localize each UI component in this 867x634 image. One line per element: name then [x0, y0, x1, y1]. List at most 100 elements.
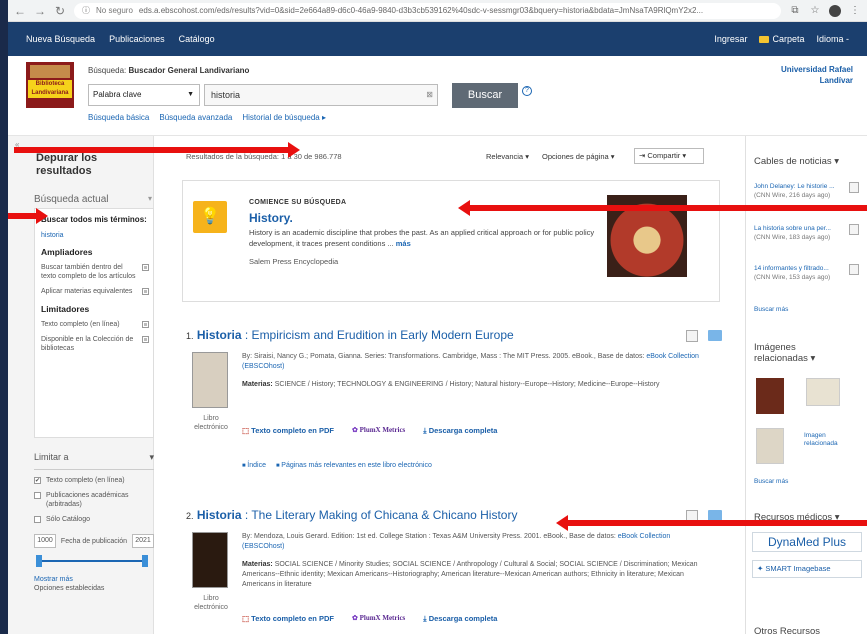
search-history-link[interactable]: Historial de búsqueda ▸ — [242, 113, 326, 122]
results-count: Resultados de la búsqueda: 1 a 30 de 986… — [186, 152, 342, 161]
preview-icon[interactable] — [686, 330, 698, 342]
checkbox[interactable] — [34, 492, 41, 499]
limit-peer-reviewed[interactable]: Publicaciones académicas (arbitradas) — [34, 491, 154, 509]
library-logo[interactable]: Biblioteca Landivariana — [26, 62, 74, 108]
nav-language[interactable]: Idioma - — [816, 34, 849, 44]
checkbox[interactable] — [34, 516, 41, 523]
card-title[interactable]: History. — [249, 211, 293, 225]
doc-type-label: Libro electrónico — [194, 595, 228, 611]
remove-icon[interactable] — [142, 264, 149, 271]
limit-catalog-only[interactable]: Sólo Catálogo — [34, 515, 154, 524]
institution-name: Universidad Rafael Landívar — [780, 65, 853, 85]
nav-new-search[interactable]: Nueva Búsqueda — [26, 34, 95, 44]
images-more-link[interactable]: Buscar más — [754, 478, 788, 485]
news-item[interactable]: La historia sobre una per... (CNN Wire, … — [754, 224, 838, 242]
show-more-link[interactable]: Mostrar más — [34, 576, 154, 583]
related-image[interactable] — [756, 378, 784, 414]
book-cover[interactable] — [192, 532, 228, 588]
news-more-link[interactable]: Buscar más — [754, 306, 788, 313]
book-cover[interactable] — [192, 352, 228, 408]
relevant-pages-link[interactable]: Páginas más relevantes en este libro ele… — [276, 462, 432, 469]
nav-signin[interactable]: Ingresar — [714, 34, 747, 44]
limit-to-header[interactable]: Limitar a ▾ — [34, 452, 154, 470]
field-select[interactable]: Palabra clave ▼ — [88, 84, 200, 106]
slider-handle-end[interactable] — [142, 555, 148, 567]
news-preview-icon[interactable] — [849, 224, 859, 235]
annotation-arrow — [458, 200, 867, 216]
news-item[interactable]: 14 informantes y filtrado... (CNN Wire, … — [754, 264, 838, 282]
result-links: Texto completo en PDF PlumX Metrics Desc… — [242, 426, 497, 436]
basic-search-link[interactable]: Búsqueda básica — [88, 113, 149, 122]
result-sublinks: Índice Páginas más relevantes en este li… — [242, 462, 432, 469]
news-item[interactable]: John Delaney: Le historie ... (CNN Wire,… — [754, 182, 838, 200]
nav-publications[interactable]: Publicaciones — [109, 34, 165, 44]
info-icon: ⓘ — [82, 6, 90, 15]
search-input[interactable]: historia ⊠ — [204, 84, 438, 106]
limiters-title: Limitadores — [41, 304, 90, 314]
address-bar[interactable]: ⓘ No seguro eds.a.ebscohost.com/eds/resu… — [74, 2, 781, 19]
other-resources-title[interactable]: Otros Recursos — [754, 626, 820, 634]
slider-handle-start[interactable] — [36, 555, 42, 567]
result-links: Texto completo en PDF PlumX Metrics Desc… — [242, 614, 497, 624]
search-button[interactable]: Buscar — [452, 83, 518, 108]
nav-folder[interactable]: Carpeta — [759, 34, 804, 44]
related-image[interactable] — [756, 428, 784, 464]
insecure-label: No seguro — [96, 6, 133, 15]
annotation-arrow — [556, 515, 867, 531]
date-from-input[interactable]: 1000 — [34, 534, 56, 548]
pdf-full-text-link[interactable]: Texto completo en PDF — [242, 614, 334, 624]
share-button[interactable]: ⇥ Compartir ▾ — [634, 148, 704, 164]
limit-fulltext[interactable]: ✔ Texto completo (en línea) — [34, 476, 154, 485]
lightbulb-icon: 💡 — [193, 201, 227, 233]
forward-icon[interactable]: → — [34, 4, 46, 18]
current-search-header[interactable]: Búsqueda actual ▾ — [34, 194, 152, 205]
search-term-link[interactable]: historia — [41, 232, 149, 239]
news-preview-icon[interactable] — [849, 264, 859, 275]
images-title[interactable]: Imágenes relacionadas ▾ — [754, 342, 834, 364]
download-link[interactable]: Descarga completa — [423, 426, 498, 436]
related-image[interactable] — [806, 378, 840, 406]
related-image-alt[interactable]: Imagen relacionada — [804, 432, 854, 448]
doc-type-label: Libro electrónico — [194, 415, 228, 431]
result-item: 1. Historia : Empiricism and Erudition i… — [186, 328, 726, 469]
options-set-label[interactable]: Opciones establecidas — [34, 585, 154, 592]
back-icon[interactable]: ← — [14, 4, 26, 18]
app-frame: ← → ↻ ⓘ No seguro eds.a.ebscohost.com/ed… — [8, 0, 867, 634]
remove-icon[interactable] — [142, 336, 149, 343]
more-link[interactable]: más — [396, 239, 411, 248]
advanced-search-link[interactable]: Búsqueda avanzada — [159, 113, 232, 122]
toc-link[interactable]: Índice — [242, 462, 266, 469]
folder-icon — [759, 36, 770, 44]
expanders-title: Ampliadores — [41, 247, 93, 257]
download-link[interactable]: Descarga completa — [423, 614, 498, 624]
date-slider[interactable] — [34, 554, 154, 568]
reload-icon[interactable]: ↻ — [54, 4, 66, 18]
plumx-link[interactable]: PlumX Metrics — [352, 426, 406, 436]
clear-icon[interactable]: ⊠ — [426, 85, 433, 105]
news-title[interactable]: Cables de noticias ▾ — [754, 156, 839, 167]
remove-icon[interactable] — [142, 288, 149, 295]
menu-icon[interactable]: ⋮ — [849, 5, 861, 17]
news-preview-icon[interactable] — [849, 182, 859, 193]
plumx-link[interactable]: PlumX Metrics — [352, 614, 406, 624]
star-icon[interactable]: ☆ — [809, 5, 821, 17]
dynamed-logo[interactable]: DynaMed Plus — [752, 532, 862, 552]
annotation-arrow — [8, 208, 48, 224]
result-meta: By: Mendoza, Louis Gerard. Edition: 1st … — [242, 533, 698, 588]
date-to-input[interactable]: 2021 — [132, 534, 154, 548]
result-title[interactable]: 1. Historia : Empiricism and Erudition i… — [186, 328, 726, 342]
remove-icon[interactable] — [142, 321, 149, 328]
add-folder-icon[interactable] — [708, 330, 722, 341]
search-label: Búsqueda: Buscador General Landivariano — [88, 66, 250, 75]
current-search-box: Buscar todos mis términos: historia Ampl… — [34, 208, 154, 438]
page-options-dropdown[interactable]: Opciones de página ▾ — [542, 152, 615, 161]
nav-catalog[interactable]: Catálogo — [179, 34, 215, 44]
pdf-full-text-link[interactable]: Texto completo en PDF — [242, 426, 334, 436]
checkbox-checked[interactable]: ✔ — [34, 477, 41, 484]
profile-avatar[interactable] — [829, 4, 841, 17]
smart-imagebase-logo[interactable]: ✦ SMART Imagebase — [752, 560, 862, 578]
help-icon[interactable]: ? — [522, 86, 532, 96]
card-kicker: COMIENCE SU BÚSQUEDA — [249, 199, 347, 206]
sort-dropdown[interactable]: Relevancia ▾ — [486, 152, 529, 161]
extension-icon[interactable]: ⧉ — [789, 5, 801, 17]
